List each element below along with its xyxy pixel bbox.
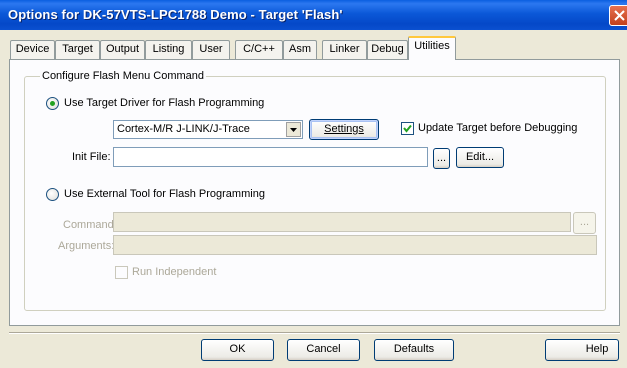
driver-select[interactable]: Cortex-M/R J-LINK/J-Trace [113,120,303,139]
command-browse-button[interactable]: ... [573,212,596,234]
update-target-label[interactable]: Update Target before Debugging [418,122,577,134]
command-label: Command: [63,219,117,231]
arguments-label: Arguments: [58,240,115,252]
tab-user[interactable]: User [192,40,230,59]
tab-device[interactable]: Device [10,40,55,59]
tab-label: Output [105,43,140,55]
browse-label: ... [436,152,447,164]
tab-listing[interactable]: Listing [145,40,192,59]
settings-button[interactable]: Settings [309,119,379,140]
edit-button-label: Edit... [465,151,495,163]
run-independent-checkbox[interactable] [115,266,128,279]
use-external-tool-radio[interactable] [46,188,59,201]
use-target-driver-label[interactable]: Use Target Driver for Flash Programming [64,97,264,109]
tab-label: Listing [152,43,185,55]
init-file-input[interactable] [113,147,428,167]
browse-label: ... [579,216,590,228]
use-target-driver-radio[interactable] [46,97,59,110]
help-button-label: Help [585,343,609,355]
footer-divider [9,332,620,334]
update-target-checkbox[interactable] [401,122,414,135]
tab-label: Utilities [414,40,450,52]
settings-button-label: Settings [324,123,364,135]
tab-label: Device [15,43,50,55]
help-button[interactable]: Help [545,339,619,361]
tab-label: Debug [371,43,404,55]
defaults-button[interactable]: Defaults [374,339,454,361]
checkmark-icon [403,124,412,133]
tab-output[interactable]: Output [100,40,145,59]
tab-linker[interactable]: Linker [322,40,367,59]
window-title: Options for DK-57VTS-LPC1788 Demo - Targ… [8,7,343,22]
options-dialog: Options for DK-57VTS-LPC1788 Demo - Targ… [0,0,627,368]
tab-debug[interactable]: Debug [367,40,408,59]
tab-utilities[interactable]: Utilities [408,36,456,60]
close-button[interactable] [609,5,627,26]
radio-selected-dot [50,101,55,106]
ok-button-label: OK [229,343,246,355]
tab-label: C/C++ [243,43,275,55]
cancel-button-label: Cancel [306,343,341,355]
tab-c-cpp[interactable]: C/C++ [235,40,283,59]
tab-label: User [199,43,223,55]
tab-label: Target [62,43,93,55]
tab-label: Asm [289,43,311,55]
arguments-input[interactable] [113,235,597,255]
use-external-tool-label[interactable]: Use External Tool for Flash Programming [64,188,265,200]
tab-label: Linker [329,43,360,55]
driver-select-value: Cortex-M/R J-LINK/J-Trace [117,123,250,135]
cancel-button[interactable]: Cancel [287,339,360,361]
command-input[interactable] [113,212,571,232]
defaults-button-label: Defaults [393,343,435,355]
init-file-label: Init File: [72,151,111,163]
tab-target[interactable]: Target [55,40,100,59]
chevron-down-icon[interactable] [286,122,301,137]
title-bar[interactable]: Options for DK-57VTS-LPC1788 Demo - Targ… [0,0,627,30]
tab-asm[interactable]: Asm [283,40,317,59]
edit-button[interactable]: Edit... [456,147,504,168]
group-label: Configure Flash Menu Command [40,70,207,82]
run-independent-label[interactable]: Run Independent [132,266,216,278]
close-icon [614,10,625,21]
ok-button[interactable]: OK [201,339,274,361]
init-file-browse-button[interactable]: ... [433,148,450,169]
